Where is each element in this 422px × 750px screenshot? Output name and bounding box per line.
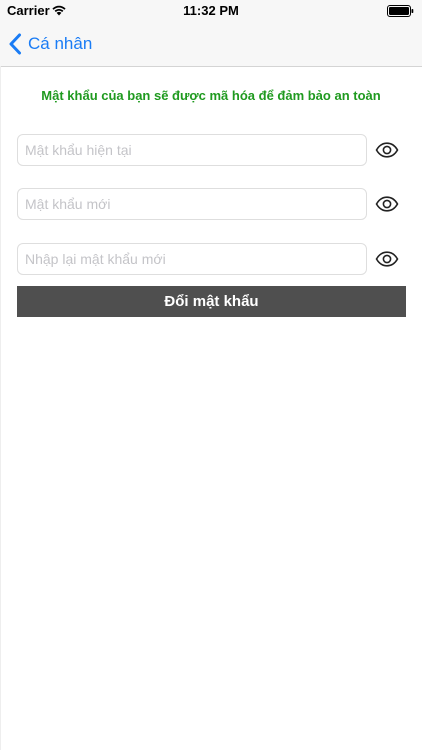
change-password-button[interactable]: Đổi mật khẩu <box>17 286 406 317</box>
eye-icon <box>375 251 399 267</box>
battery-full-icon <box>387 5 414 17</box>
new-password-row <box>17 188 406 220</box>
current-password-input[interactable] <box>17 134 367 166</box>
back-button[interactable]: Cá nhân <box>8 22 92 66</box>
show-current-password-button[interactable] <box>373 138 401 162</box>
current-password-row <box>17 134 406 166</box>
left-edge-divider <box>0 66 1 750</box>
confirm-password-row <box>17 243 406 275</box>
eye-icon <box>375 142 399 158</box>
password-info-text: Mật khẩu của bạn sẽ được mã hóa để đảm b… <box>41 88 381 103</box>
clock-time: 11:32 PM <box>183 3 239 18</box>
show-confirm-password-button[interactable] <box>373 247 401 271</box>
show-new-password-button[interactable] <box>373 192 401 216</box>
back-button-label: Cá nhân <box>28 34 93 53</box>
eye-icon <box>375 196 399 212</box>
confirm-password-input[interactable] <box>17 243 367 275</box>
chevron-left-icon <box>9 33 21 55</box>
navigation-bar: Cá nhân <box>0 22 422 67</box>
new-password-input[interactable] <box>17 188 367 220</box>
status-bar: Carrier 11:32 PM <box>0 0 422 22</box>
